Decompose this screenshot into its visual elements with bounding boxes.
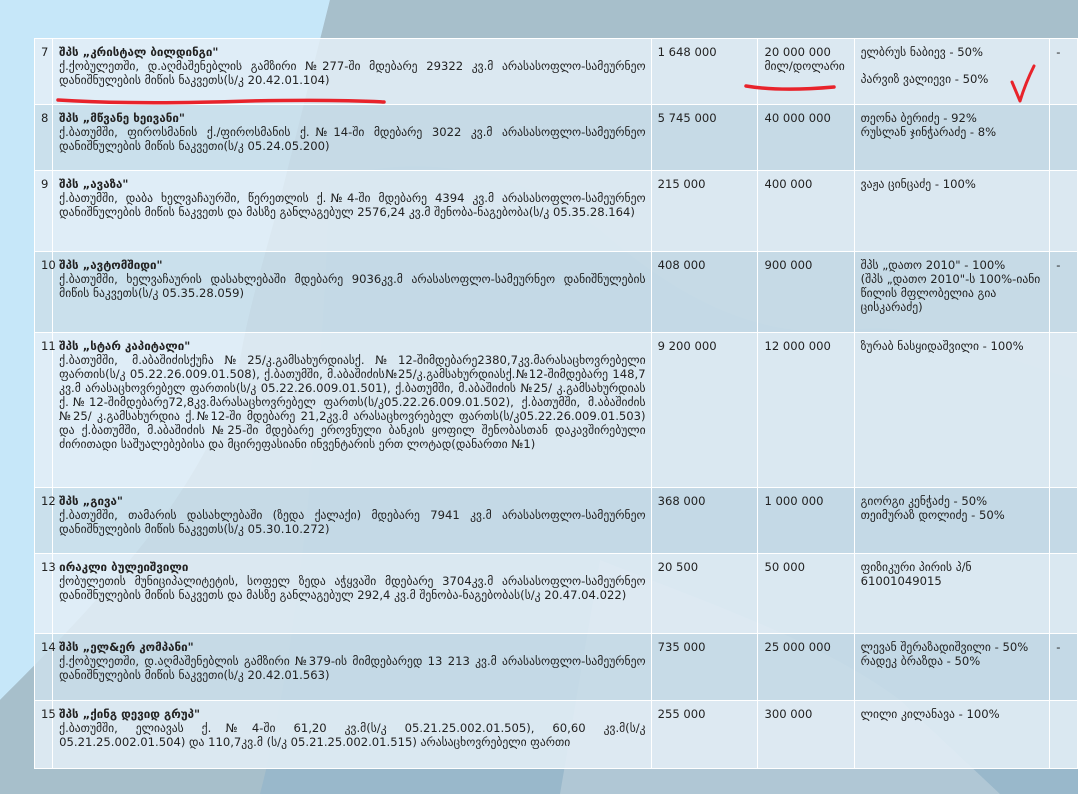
value-cell: 900 000 [757,251,855,333]
property-address: ქ.ბათუმში, ფიროსმანის ქ./ფიროსმანის ქ.№1… [59,125,646,153]
amount-cell: 5 745 000 [650,104,759,171]
extra-cell: - [1049,38,1078,105]
amount-cell: 20 500 [650,553,759,634]
table-row: 13 ირაკლი ბულეიშვილი ქობულეთის მუნიციპალ… [33,553,1078,634]
extra-cell [1049,487,1078,554]
row-number: 8 [33,104,54,171]
property-address: ქ.ქობულეთში, დ.აღმაშენებლის გამზირი №277… [59,59,646,87]
row-number: 11 [33,332,56,488]
owner-line: (შპს „დათო 2010"-ს 100%-იანი წილის მფლობ… [860,272,1041,314]
owners-cell: ფიზიკური პირის პ/ნ 61001049015 [853,553,1051,634]
extra-cell [1049,700,1078,769]
owners-cell: თეონა ბერიძე - 92% რუსლან ჯინჭარაძე - 8% [853,104,1051,171]
company-name: შპს „ავაზა" [59,177,129,191]
property-address: ქ.ბათუმში, თამარის დასახლებაში (ზედა ქალ… [59,508,646,536]
owner-line: თეონა ბერიძე - 92% [860,111,977,125]
amount-cell: 368 000 [650,487,759,554]
extra-cell [1049,553,1078,634]
owner-line: რუსლან ჯინჭარაძე - 8% [860,125,997,139]
property-address: ქ.ქობულეთში, დ.აღმაშენებლის გამზირი №379… [59,654,646,682]
value-cell: 400 000 [757,170,855,252]
owner-line: ფიზიკური პირის პ/ნ 61001049015 [860,560,972,588]
extra-cell: - [1049,251,1078,333]
description-cell: შპს „სტარ კაპიტალი" ქ.ბათუმში, მ.აბაშიძი… [52,332,652,488]
property-address: ქ.ბათუმში, ხელვაჩაურის დასახლებაში მდება… [59,272,646,300]
company-name: შპს „კრისტალ ბილდინგი" [59,45,219,59]
table-row: 15 შპს „ქინგ დევიდ გრუპ" ქ.ბათუმში, ელია… [33,700,1078,769]
table-row: 12 შპს „გივა" ქ.ბათუმში, თამარის დასახლე… [33,487,1078,554]
value-cell: 1 000 000 [757,487,855,554]
property-table: 7 შპს „კრისტალ ბილდინგი" ქ.ქობულეთში, დ.… [33,38,1078,769]
value-cell: 25 000 000 [757,633,855,701]
extra-cell [1049,332,1078,488]
table-row: 9 შპს „ავაზა" ქ.ბათუმში, დაბა ხელვაჩაურშ… [33,170,1078,252]
row-number: 10 [33,251,56,333]
owner-line: ვაჟა ცინცაძე - 100% [860,177,976,191]
owner-line: ლილი კილანავა - 100% [860,707,1000,721]
description-cell: შპს „გივა" ქ.ბათუმში, თამარის დასახლებაშ… [52,487,652,554]
company-name: შპს „ქინგ დევიდ გრუპ" [59,707,201,721]
value-cell: 40 000 000 [757,104,855,171]
owner-line: გიორგი კენჭაძე - 50% [860,494,988,508]
owners-cell: ლილი კილანავა - 100% [853,700,1051,769]
person-name: ირაკლი ბულეიშვილი [59,560,189,574]
description-cell: შპს „მწვანე ხეივანი" ქ.ბათუმში, ფიროსმან… [52,104,652,171]
extra-cell [1049,170,1078,252]
property-address: ქ.ბათუმში, დაბა ხელვაჩაურში, წერეთლის ქ.… [59,191,646,219]
row-number: 15 [33,700,56,769]
amount-cell: 408 000 [650,251,759,333]
value-cell: 50 000 [757,553,855,634]
amount-cell: 255 000 [650,700,759,769]
value-cell: 12 000 000 [757,332,855,488]
owner-line: პარვიზ ვალიევი - 50% [860,72,989,86]
company-name: შპს „გივა" [59,494,123,508]
owners-cell: გიორგი კენჭაძე - 50% თეიმურაზ დოლიძე - 5… [853,487,1051,554]
table-row: 7 შპს „კრისტალ ბილდინგი" ქ.ქობულეთში, დ.… [33,38,1078,105]
owners-cell: ლევან შერაზადიშვილი - 50% რადეკ ბრაზდა -… [853,633,1051,701]
row-number: 13 [33,553,56,634]
owners-cell: ელბრუს ნაბიევ - 50% პარვიზ ვალიევი - 50% [853,38,1051,105]
owner-line: ლევან შერაზადიშვილი - 50% [860,640,1029,654]
table-row: 10 შპს „ავტომშიდი" ქ.ბათუმში, ხელვაჩაური… [33,251,1078,333]
value-cell: 300 000 [757,700,855,769]
company-name: შპს „მწვანე ხეივანი" [59,111,185,125]
extra-cell: - [1049,633,1078,701]
owners-cell: ზურაბ ნასყიდაშვილი - 100% [853,332,1051,488]
description-cell: შპს „ელ&ერ კომპანი" ქ.ქობულეთში, დ.აღმაშ… [52,633,652,701]
table-row: 14 შპს „ელ&ერ კომპანი" ქ.ქობულეთში, დ.აღ… [33,633,1078,701]
amount-cell: 735 000 [650,633,759,701]
company-name: შპს „ავტომშიდი" [59,258,163,272]
description-cell: შპს „ავაზა" ქ.ბათუმში, დაბა ხელვაჩაურში,… [52,170,652,252]
table-row: 11 შპს „სტარ კაპიტალი" ქ.ბათუმში, მ.აბაშ… [33,332,1078,488]
table-row: 8 შპს „მწვანე ხეივანი" ქ.ბათუმში, ფიროსმ… [33,104,1078,171]
description-cell: შპს „ქინგ დევიდ გრუპ" ქ.ბათუმში, ელიავას… [52,700,652,769]
amount-cell: 1 648 000 [650,38,759,105]
amount-cell: 9 200 000 [650,332,759,488]
owner-line: თეიმურაზ დოლიძე - 50% [860,508,1005,522]
row-number: 9 [33,170,54,252]
extra-cell [1049,104,1078,171]
row-number: 14 [33,633,56,701]
owners-cell: შპს „დათო 2010" - 100% (შპს „დათო 2010"-… [853,251,1051,333]
property-address: ქობულეთის მუნიციპალიტეტის, სოფელ ზედა აჭ… [59,574,646,602]
owner-line: შპს „დათო 2010" - 100% [860,258,1006,272]
owners-cell: ვაჟა ცინცაძე - 100% [853,170,1051,252]
amount-cell: 215 000 [650,170,759,252]
company-name: შპს „ელ&ერ კომპანი" [59,640,194,654]
property-address: ქ.ბათუმში, მ.აბაშიძისქუჩა№25/კ.გამსახურდ… [59,353,646,451]
value-cell: 20 000 000 მილ/დოლარი [757,38,855,105]
owner-line: ზურაბ ნასყიდაშვილი - 100% [860,339,1024,353]
row-number: 12 [33,487,56,554]
owner-line: რადეკ ბრაზდა - 50% [860,654,981,668]
description-cell: შპს „კრისტალ ბილდინგი" ქ.ქობულეთში, დ.აღ… [52,38,652,105]
owner-line: ელბრუს ნაბიევ - 50% [860,45,983,59]
row-number: 7 [33,38,54,105]
description-cell: ირაკლი ბულეიშვილი ქობულეთის მუნიციპალიტე… [52,553,652,634]
property-address: ქ.ბათუმში, ელიავას ქ.№4-ში 61,20 კვ.მ(ს/… [59,721,646,749]
company-name: შპს „სტარ კაპიტალი" [59,339,191,353]
description-cell: შპს „ავტომშიდი" ქ.ბათუმში, ხელვაჩაურის დ… [52,251,652,333]
